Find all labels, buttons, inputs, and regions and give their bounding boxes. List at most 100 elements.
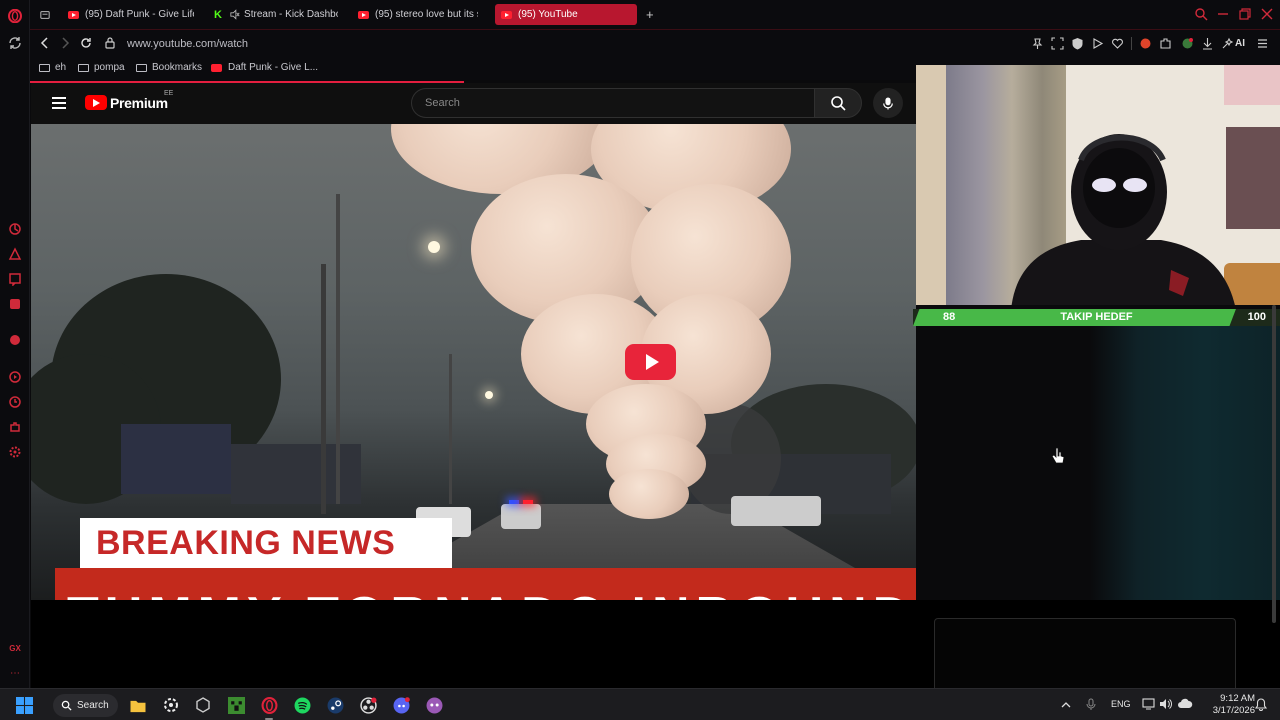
puzzle-icon[interactable] bbox=[1159, 37, 1172, 50]
messenger-icon[interactable] bbox=[7, 296, 23, 312]
voice-search-button[interactable] bbox=[873, 88, 903, 118]
bookmark-label: pompa bbox=[94, 62, 125, 73]
hamburger-menu-icon[interactable] bbox=[52, 97, 66, 109]
tab-stereo-love[interactable]: (95) stereo love but its slo bbox=[352, 4, 484, 25]
chat-app-icon[interactable] bbox=[423, 694, 445, 716]
start-button[interactable] bbox=[13, 694, 35, 716]
url-field[interactable]: www.youtube.com/watch bbox=[127, 38, 248, 50]
opera-logo-icon[interactable] bbox=[7, 8, 23, 24]
steam-icon[interactable] bbox=[324, 694, 346, 716]
sync-icon[interactable] bbox=[7, 35, 23, 51]
gx-corner-icon[interactable] bbox=[7, 246, 23, 262]
notification-bell-icon[interactable] bbox=[1255, 698, 1267, 711]
bookmark-daft-punk[interactable]: Daft Punk - Give L... bbox=[211, 62, 318, 73]
address-bar: www.youtube.com/watch AI bbox=[30, 29, 1280, 57]
mouse-pointer-icon bbox=[1051, 447, 1065, 464]
youtube-header: Premium EE bbox=[31, 83, 916, 124]
extension-red-icon[interactable] bbox=[1139, 37, 1152, 50]
shield-icon[interactable] bbox=[1071, 37, 1084, 50]
menu-icon[interactable] bbox=[1256, 37, 1269, 50]
bookmark-folder-bookmarks[interactable]: Bookmarks bbox=[136, 62, 202, 73]
obs-icon[interactable] bbox=[357, 694, 379, 716]
tab-daft-punk[interactable]: (95) Daft Punk - Give Life bbox=[62, 4, 200, 25]
police-light-red bbox=[523, 500, 533, 504]
page-scrollbar[interactable] bbox=[1272, 305, 1276, 623]
search-tabs-icon[interactable] bbox=[1194, 7, 1208, 21]
taskbar-search[interactable]: Search bbox=[53, 694, 118, 717]
bookmark-folder-eh[interactable]: eh bbox=[39, 62, 66, 73]
forward-icon[interactable] bbox=[58, 36, 72, 50]
blob-segment bbox=[609, 469, 689, 519]
utility-pole bbox=[449, 354, 452, 504]
police-car bbox=[501, 504, 541, 529]
bookmark-label: eh bbox=[55, 62, 67, 73]
windows-taskbar: Search ENG 9:12 AM 3/17/2026 bbox=[0, 688, 1280, 720]
new-tab-button[interactable]: + bbox=[640, 4, 656, 25]
history-icon[interactable] bbox=[7, 394, 23, 410]
youtube-search-button[interactable] bbox=[814, 88, 862, 118]
extensions-icon[interactable] bbox=[7, 419, 23, 435]
microphone-icon[interactable] bbox=[1086, 698, 1096, 711]
reload-icon[interactable] bbox=[79, 36, 93, 50]
system-clock[interactable]: 9:12 AM 3/17/2026 bbox=[1199, 693, 1255, 717]
browser-sidebar: GX ⋯ bbox=[0, 0, 30, 688]
mute-icon[interactable] bbox=[230, 9, 240, 20]
tab-kick-dashboard[interactable]: K Stream - Kick Dashboa bbox=[208, 4, 344, 25]
pin-icon[interactable] bbox=[1031, 37, 1044, 50]
download-icon[interactable] bbox=[1201, 37, 1214, 50]
twitch-icon[interactable] bbox=[7, 271, 23, 287]
gx-control-icon[interactable] bbox=[7, 221, 23, 237]
opera-gx-icon[interactable] bbox=[258, 694, 280, 720]
settings-icon[interactable] bbox=[7, 444, 23, 460]
restore-icon[interactable] bbox=[1238, 7, 1252, 21]
poster-red-lips bbox=[1224, 65, 1280, 105]
file-explorer-icon[interactable] bbox=[127, 694, 149, 716]
unity-icon[interactable] bbox=[192, 694, 214, 716]
news-ticker: TUMMY TORNADO INBOUND bbox=[55, 568, 916, 600]
back-icon[interactable] bbox=[38, 36, 52, 50]
ai-label[interactable]: AI bbox=[1235, 38, 1245, 49]
close-icon[interactable] bbox=[1260, 7, 1274, 21]
gx-icon[interactable]: GX bbox=[7, 640, 23, 656]
police-light-blue bbox=[509, 500, 519, 504]
heart-icon[interactable] bbox=[1111, 37, 1124, 50]
youtube-brand[interactable]: Premium bbox=[110, 95, 168, 111]
tab-label: Stream - Kick Dashboa bbox=[244, 9, 338, 20]
breaking-news-label: BREAKING NEWS bbox=[80, 518, 452, 568]
utility-pole bbox=[321, 264, 326, 514]
tab-strip: (95) Daft Punk - Give Life K Stream - Ki… bbox=[30, 0, 1280, 29]
youtube-search-input[interactable] bbox=[425, 97, 785, 109]
battery-cloud-icon[interactable] bbox=[1177, 698, 1193, 710]
microphone-icon bbox=[883, 97, 893, 109]
lock-icon[interactable] bbox=[103, 36, 117, 50]
folder-icon bbox=[78, 63, 89, 72]
player-icon[interactable] bbox=[7, 369, 23, 385]
discord-icon[interactable] bbox=[390, 694, 412, 716]
spotify-icon[interactable] bbox=[291, 694, 313, 716]
more-icon[interactable]: ⋯ bbox=[7, 665, 23, 681]
video-play-button[interactable] bbox=[625, 344, 676, 380]
tab-youtube-active[interactable]: (95) YouTube bbox=[495, 4, 637, 25]
streamer-person bbox=[1011, 134, 1235, 305]
minimize-icon[interactable] bbox=[1216, 7, 1230, 21]
youtube-search-box bbox=[411, 88, 814, 118]
video-player[interactable]: BREAKING NEWS TUMMY TORNADO INBOUND bbox=[31, 124, 916, 600]
chevron-up-icon[interactable] bbox=[1061, 700, 1071, 710]
webcam-shadow-overlay bbox=[1090, 326, 1280, 600]
minecraft-icon[interactable] bbox=[225, 694, 247, 716]
bookmark-folder-pompa[interactable]: pompa bbox=[78, 62, 125, 73]
ai-sparkle-icon[interactable] bbox=[1221, 37, 1234, 50]
vpn-icon[interactable] bbox=[7, 332, 23, 348]
volume-icon[interactable] bbox=[1159, 698, 1172, 710]
extension-green-icon[interactable] bbox=[1181, 37, 1194, 50]
play-icon[interactable] bbox=[1091, 37, 1104, 50]
display-icon[interactable] bbox=[1142, 698, 1155, 710]
youtube-icon bbox=[501, 10, 512, 19]
parked-car bbox=[731, 496, 821, 526]
tab-overview-button[interactable] bbox=[34, 4, 56, 25]
language-indicator[interactable]: ENG bbox=[1111, 699, 1131, 709]
steelseries-icon[interactable] bbox=[160, 694, 182, 716]
snapshot-icon[interactable] bbox=[1051, 37, 1064, 50]
youtube-logo-icon[interactable] bbox=[85, 95, 107, 110]
clock-time: 9:12 AM bbox=[1220, 693, 1255, 704]
